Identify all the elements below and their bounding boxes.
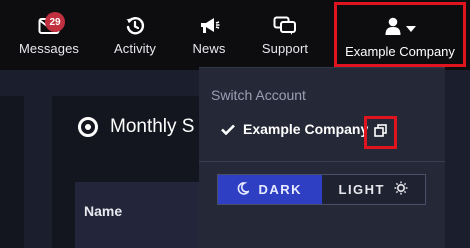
theme-light-label: LIGHT (338, 182, 385, 197)
copy-icon (374, 123, 387, 142)
nav-news[interactable]: News (188, 0, 230, 70)
account-name-label: Example Company (345, 44, 455, 59)
copy-button[interactable] (364, 116, 397, 149)
account-menu-button[interactable]: Example Company (334, 2, 466, 67)
report-title: Monthly S (78, 116, 194, 138)
left-panel (0, 96, 24, 248)
nav-support[interactable]: Support (256, 0, 314, 70)
account-option-current[interactable]: Example Company (221, 121, 368, 137)
checkmark-icon (221, 124, 235, 135)
messages-count-badge: 29 (45, 12, 65, 32)
megaphone-icon (198, 16, 220, 36)
theme-light-option[interactable]: LIGHT (321, 175, 425, 204)
nav-activity[interactable]: Activity (108, 0, 162, 70)
nav-messages-label: Messages (18, 41, 80, 56)
target-icon (78, 117, 98, 137)
switch-account-heading: Switch Account (211, 87, 306, 103)
history-icon (125, 16, 145, 36)
moon-icon (237, 181, 252, 198)
table-header-name[interactable]: Name (84, 203, 122, 219)
user-icon (385, 17, 401, 38)
theme-dark-label: DARK (258, 182, 303, 197)
nav-activity-label: Activity (114, 41, 156, 56)
caret-down-icon (405, 20, 416, 35)
nav-news-label: News (192, 41, 226, 56)
menu-divider (199, 161, 445, 162)
nav-support-label: Support (261, 41, 309, 56)
nav-messages[interactable]: Messages 29 (18, 0, 80, 70)
account-option-label: Example Company (243, 121, 369, 137)
theme-toggle: DARK LIGHT (217, 174, 426, 205)
sun-icon (394, 181, 408, 198)
theme-dark-option[interactable]: DARK (218, 175, 322, 204)
chat-bubbles-icon (273, 16, 297, 36)
top-navigation-bar: Messages 29 Activity News Support Exampl… (0, 0, 470, 70)
account-dropdown-menu: Switch Account Example Company DARK LIGH… (199, 67, 445, 248)
report-title-text: Monthly S (110, 116, 195, 137)
